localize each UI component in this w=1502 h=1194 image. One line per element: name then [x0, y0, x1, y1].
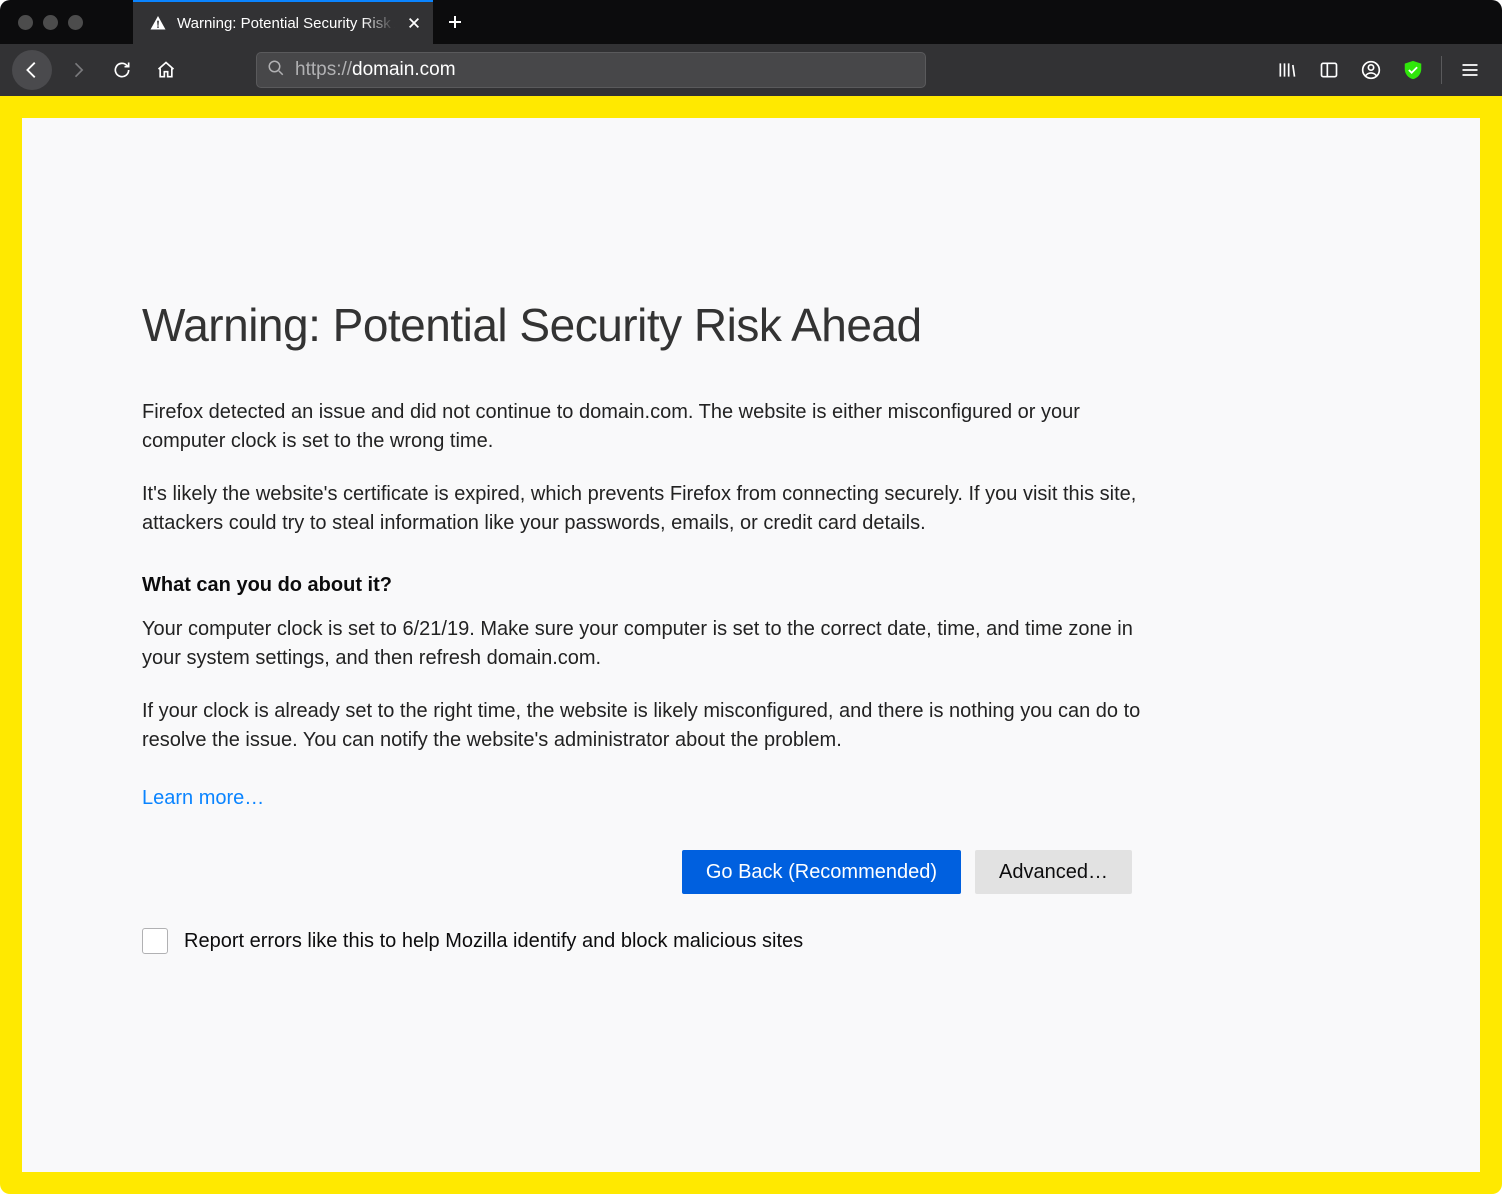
- mac-traffic-lights: [0, 15, 83, 30]
- warning-icon: [149, 14, 167, 32]
- reload-button[interactable]: [104, 52, 140, 88]
- tab-strip: Warning: Potential Security Risk Ahead: [133, 0, 477, 44]
- advice-paragraph-1: Your computer clock is set to 6/21/19. M…: [142, 615, 1142, 673]
- page-heading: Warning: Potential Security Risk Ahead: [142, 298, 1360, 352]
- learn-more-link[interactable]: Learn more…: [142, 787, 264, 810]
- security-warning-page: Warning: Potential Security Risk Ahead F…: [22, 118, 1480, 1172]
- window-zoom-button[interactable]: [68, 15, 83, 30]
- report-errors-label: Report errors like this to help Mozilla …: [184, 930, 803, 953]
- navigation-toolbar: https://domain.com: [0, 44, 1502, 96]
- advice-paragraph-2: If your clock is already set to the righ…: [142, 697, 1142, 755]
- app-menu-button[interactable]: [1450, 50, 1490, 90]
- window-close-button[interactable]: [18, 15, 33, 30]
- toolbar-right-group: [1267, 50, 1490, 90]
- url-text: https://domain.com: [295, 59, 456, 81]
- section-heading: What can you do about it?: [142, 574, 1360, 597]
- search-icon: [267, 59, 285, 82]
- url-scheme: https://: [295, 59, 352, 81]
- warning-paragraph-2: It's likely the website's certificate is…: [142, 480, 1142, 538]
- report-errors-row: Report errors like this to help Mozilla …: [142, 928, 1360, 954]
- new-tab-button[interactable]: [433, 0, 477, 44]
- report-errors-checkbox[interactable]: [142, 928, 168, 954]
- advanced-button[interactable]: Advanced…: [975, 850, 1132, 894]
- home-button[interactable]: [148, 52, 184, 88]
- tab-close-button[interactable]: [405, 14, 423, 32]
- warning-paragraph-1: Firefox detected an issue and did not co…: [142, 398, 1142, 456]
- back-button[interactable]: [12, 50, 52, 90]
- url-bar[interactable]: https://domain.com: [256, 52, 926, 88]
- toolbar-divider: [1441, 56, 1442, 84]
- forward-button[interactable]: [60, 52, 96, 88]
- sidebar-button[interactable]: [1309, 50, 1349, 90]
- url-host: domain.com: [352, 59, 456, 81]
- browser-tab-active[interactable]: Warning: Potential Security Risk Ahead: [133, 0, 433, 44]
- go-back-button[interactable]: Go Back (Recommended): [682, 850, 961, 894]
- content-viewport: Warning: Potential Security Risk Ahead F…: [0, 96, 1502, 1194]
- window-titlebar: Warning: Potential Security Risk Ahead: [0, 0, 1502, 44]
- action-button-row: Go Back (Recommended) Advanced…: [142, 850, 1132, 894]
- account-button[interactable]: [1351, 50, 1391, 90]
- library-button[interactable]: [1267, 50, 1307, 90]
- window-minimize-button[interactable]: [43, 15, 58, 30]
- protection-shield-icon[interactable]: [1393, 50, 1433, 90]
- tab-title: Warning: Potential Security Risk Ahead: [177, 15, 395, 32]
